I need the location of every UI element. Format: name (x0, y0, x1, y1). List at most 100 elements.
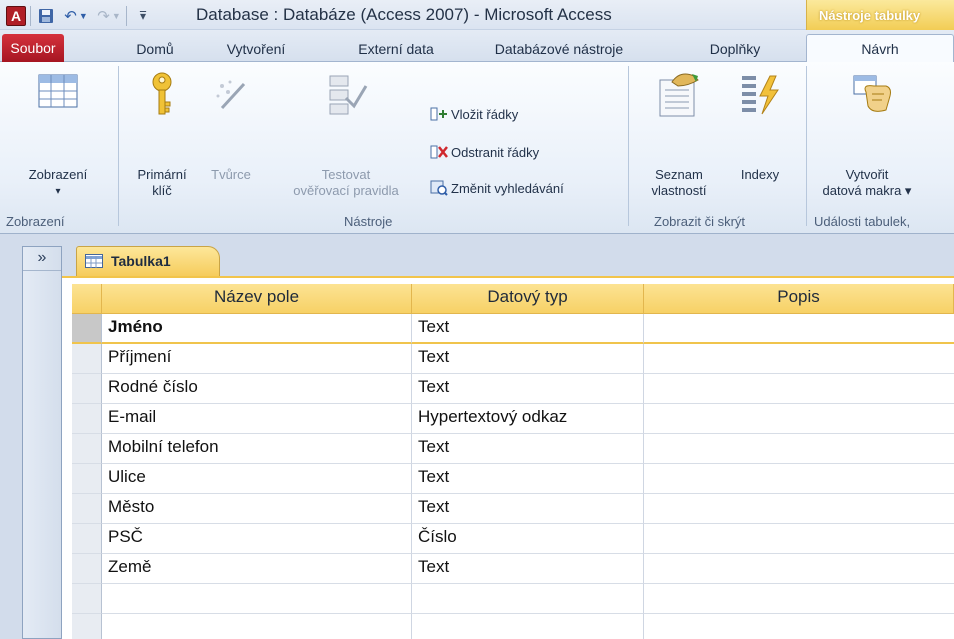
field-name-cell[interactable]: Město (102, 494, 412, 524)
ribbon: Zobrazení ▾ Zobrazení Primární klíč Tvůr… (0, 62, 954, 234)
grid-header-row: Název pole Datový typ Popis (72, 284, 954, 314)
navigation-pane: » (22, 246, 62, 639)
group-label-table-events: Události tabulek, (814, 214, 911, 229)
table-row[interactable]: Rodné číslo Text (72, 374, 954, 404)
group-separator (118, 66, 119, 226)
primary-key-label-2: klíč (152, 183, 172, 198)
insert-rows-button[interactable]: Vložit řádky (430, 106, 518, 122)
row-selector[interactable] (72, 584, 102, 614)
tab-add-ins[interactable]: Doplňky (700, 36, 770, 62)
column-header-field-name[interactable]: Název pole (102, 284, 412, 314)
document-tab[interactable]: Tabulka1 (76, 246, 220, 276)
data-type-cell[interactable] (412, 614, 644, 639)
row-selector[interactable] (72, 554, 102, 584)
column-header-data-type[interactable]: Datový typ (412, 284, 644, 314)
description-cell[interactable] (644, 614, 954, 639)
quick-access-separator (126, 6, 127, 26)
table-row[interactable]: Mobilní telefon Text (72, 434, 954, 464)
view-button[interactable]: Zobrazení ▾ (2, 70, 114, 210)
expand-nav-pane-icon[interactable]: » (23, 247, 61, 271)
field-name-cell[interactable]: Ulice (102, 464, 412, 494)
table-row[interactable]: E-mail Hypertextový odkaz (72, 404, 954, 434)
delete-rows-label: Odstranit řádky (451, 144, 540, 160)
builder-label: Tvůrce (211, 167, 251, 182)
table-row[interactable] (72, 614, 954, 639)
table-row[interactable]: PSČ Číslo (72, 524, 954, 554)
row-selector[interactable] (72, 524, 102, 554)
field-name-cell[interactable]: Rodné číslo (102, 374, 412, 404)
description-cell[interactable] (644, 554, 954, 584)
undo-icon[interactable]: ↶ ▼ (60, 6, 92, 26)
table-row[interactable]: Ulice Text (72, 464, 954, 494)
row-selector[interactable] (72, 314, 102, 344)
tab-design[interactable]: Návrh (806, 34, 954, 63)
group-separator (628, 66, 629, 226)
data-type-cell[interactable]: Číslo (412, 524, 644, 554)
row-selector[interactable] (72, 344, 102, 374)
create-macros-label: Vytvořit (845, 167, 889, 182)
data-type-cell[interactable]: Text (412, 314, 644, 344)
table-row[interactable]: Město Text (72, 494, 954, 524)
modify-lookups-icon (430, 180, 448, 196)
description-cell[interactable] (644, 314, 954, 344)
description-cell[interactable] (644, 494, 954, 524)
data-type-cell[interactable]: Text (412, 344, 644, 374)
save-icon[interactable] (36, 6, 56, 26)
customize-quick-access-icon[interactable]: ▾̅ (130, 6, 156, 26)
tab-create[interactable]: Vytvoření (216, 36, 296, 62)
description-cell[interactable] (644, 584, 954, 614)
data-type-cell[interactable]: Text (412, 464, 644, 494)
access-logo-icon[interactable]: A (6, 6, 26, 26)
tab-home[interactable]: Domů (128, 36, 182, 62)
table-row[interactable]: Země Text (72, 554, 954, 584)
description-cell[interactable] (644, 404, 954, 434)
row-selector[interactable] (72, 374, 102, 404)
delete-rows-icon (430, 144, 448, 160)
indexes-button[interactable]: Indexy (724, 70, 796, 210)
data-type-cell[interactable]: Text (412, 374, 644, 404)
row-selector[interactable] (72, 614, 102, 639)
data-type-cell[interactable] (412, 584, 644, 614)
field-name-cell[interactable] (102, 584, 412, 614)
data-type-cell[interactable]: Text (412, 554, 644, 584)
builder-button[interactable]: Tvůrce (200, 70, 262, 210)
tab-database-tools[interactable]: Databázové nástroje (484, 36, 634, 62)
field-name-cell[interactable]: Země (102, 554, 412, 584)
row-selector[interactable] (72, 434, 102, 464)
chevron-down-icon: ▾ (55, 186, 61, 197)
table-row[interactable] (72, 584, 954, 614)
modify-lookups-button[interactable]: Změnit vyhledávání (430, 180, 564, 196)
tab-file[interactable]: Soubor (2, 34, 64, 62)
description-cell[interactable] (644, 464, 954, 494)
ribbon-tab-bar: Soubor Domů Vytvoření Externí data Datab… (0, 30, 954, 63)
row-selector[interactable] (72, 464, 102, 494)
delete-rows-button[interactable]: Odstranit řádky (430, 144, 539, 160)
property-sheet-button[interactable]: Seznam vlastností (636, 70, 722, 210)
description-cell[interactable] (644, 524, 954, 554)
lightning-index-icon (742, 75, 779, 115)
field-name-cell[interactable] (102, 614, 412, 639)
data-type-cell[interactable]: Hypertextový odkaz (412, 404, 644, 434)
test-validation-rules-button[interactable]: Testovat ověřovací pravidla (272, 70, 420, 210)
data-type-cell[interactable]: Text (412, 434, 644, 464)
row-selector[interactable] (72, 404, 102, 434)
select-all-corner[interactable] (72, 284, 102, 314)
group-separator (806, 66, 807, 226)
field-name-cell[interactable]: Mobilní telefon (102, 434, 412, 464)
primary-key-button[interactable]: Primární klíč (124, 70, 200, 210)
field-name-cell[interactable]: Příjmení (102, 344, 412, 374)
description-cell[interactable] (644, 374, 954, 404)
field-name-cell[interactable]: Jméno (102, 314, 412, 344)
table-row[interactable]: Příjmení Text (72, 344, 954, 374)
description-cell[interactable] (644, 344, 954, 374)
data-type-cell[interactable]: Text (412, 494, 644, 524)
row-selector[interactable] (72, 494, 102, 524)
table-row[interactable]: Jméno Text (72, 314, 954, 344)
field-name-cell[interactable]: E-mail (102, 404, 412, 434)
create-data-macros-button[interactable]: Vytvořit datová makra ▾ (812, 70, 954, 210)
redo-icon[interactable]: ↷ ▼ (94, 6, 124, 26)
column-header-description[interactable]: Popis (644, 284, 954, 314)
field-name-cell[interactable]: PSČ (102, 524, 412, 554)
description-cell[interactable] (644, 434, 954, 464)
tab-external-data[interactable]: Externí data (344, 36, 448, 62)
